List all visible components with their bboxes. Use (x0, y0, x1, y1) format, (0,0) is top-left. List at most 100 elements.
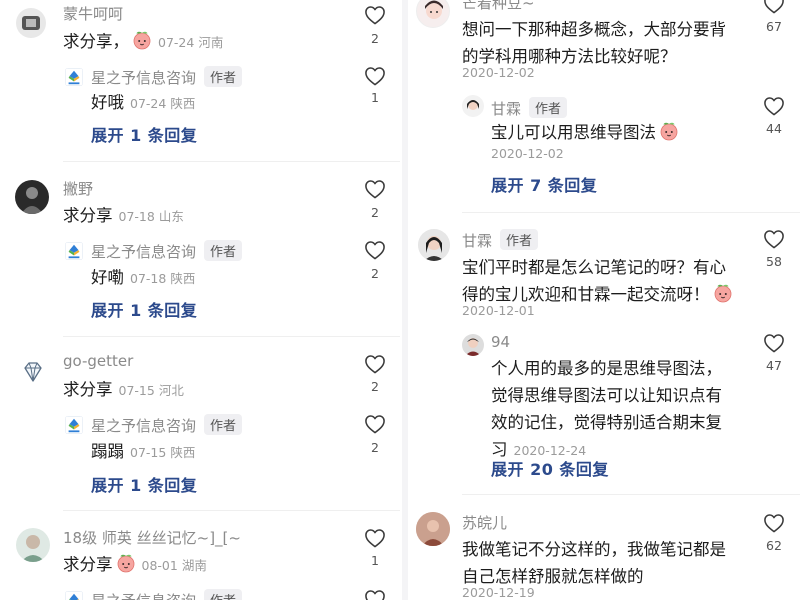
diamond-avatar-icon (24, 362, 42, 382)
comment-body: 求分享， (63, 32, 129, 51)
reply-username[interactable]: 星之予信息咨询作者 (91, 589, 243, 600)
reply-username-text: 甘霖 (491, 100, 522, 118)
heart-outline-icon[interactable] (364, 414, 386, 434)
user-avatar[interactable] (16, 8, 46, 38)
expand-replies-link[interactable]: 展开 1 条回复 (91, 122, 197, 146)
reply-username[interactable]: 星之予信息咨询作者 (91, 414, 243, 436)
comment-date: 07-24 (158, 35, 195, 50)
reply-date: 07-15 (130, 445, 167, 460)
like-count: 2 (371, 31, 379, 46)
reply-username-text: 星之予信息咨询 (91, 417, 197, 435)
reply-username[interactable]: 94 (491, 333, 510, 351)
reply-body: 宝儿可以用思维导图法 (491, 123, 656, 142)
comment-username[interactable]: go-getter (63, 352, 133, 370)
user-avatar[interactable] (418, 229, 450, 261)
reply-body-line: 效的记住，觉得特别适合期末复 (491, 413, 722, 432)
comment-location: 湖南 (181, 558, 207, 573)
comment-text: 求分享 08-01 湖南 (63, 551, 207, 579)
peach-emoji-sticker (116, 553, 136, 573)
like-count: 2 (371, 266, 379, 281)
reply-username[interactable]: 星之予信息咨询作者 (91, 66, 243, 88)
reply-body: 好哦 (91, 93, 124, 112)
heart-outline-icon[interactable] (364, 240, 386, 260)
divider (63, 510, 400, 511)
heart-outline-icon[interactable] (763, 0, 785, 14)
peach-emoji-sticker (659, 121, 679, 141)
comment-location: 河北 (158, 383, 184, 398)
user-avatar[interactable] (16, 528, 50, 562)
reply-text: 蹋蹋 07-15 陕西 (91, 438, 195, 466)
heart-outline-icon[interactable] (763, 229, 785, 249)
author-avatar[interactable] (462, 95, 484, 117)
comment-body-line: 想问一下那种超多概念，大部分要背 (462, 20, 726, 39)
expand-replies-link[interactable]: 展开 20 条回复 (491, 456, 609, 480)
like-count: 1 (371, 90, 379, 105)
author-avatar[interactable] (65, 416, 83, 434)
author-avatar[interactable] (65, 591, 83, 600)
user-avatar[interactable] (416, 0, 450, 28)
divider (63, 161, 400, 162)
comment-date: 2020-12-19 (462, 585, 535, 600)
like-count: 1 (371, 553, 379, 568)
reply-text: 好哦 07-24 陕西 (91, 89, 195, 117)
reply-username[interactable]: 星之予信息咨询作者 (91, 240, 243, 262)
divider (63, 336, 400, 337)
comment-text: 宝们平时都是怎么记笔记的呀？有心 得的宝儿欢迎和甘霖一起交流呀！ (462, 254, 733, 308)
comment-username[interactable]: 苏皖儿 (462, 512, 507, 533)
like-count: 67 (766, 19, 782, 34)
author-badge: 作者 (204, 66, 243, 87)
heart-outline-icon[interactable] (364, 5, 386, 25)
divider (462, 494, 800, 495)
reply-username-text: 星之予信息咨询 (91, 592, 196, 600)
author-badge: 作者 (204, 414, 243, 435)
peach-emoji-sticker (713, 283, 733, 303)
user-avatar[interactable] (15, 180, 49, 214)
reply-username[interactable]: 甘霖 作者 (491, 97, 568, 119)
user-avatar[interactable] (416, 512, 450, 546)
heart-outline-icon[interactable] (763, 513, 785, 533)
comment-date: 07-18 (118, 209, 155, 224)
reply-body-line: 觉得思维导图法可以让知识点有 (491, 386, 722, 405)
reply-location: 陕西 (170, 445, 196, 460)
comment-text: 想问一下那种超多概念，大部分要背 的学科用哪种方法比较好呢？ (462, 16, 726, 70)
comment-username[interactable]: 甘霖 作者 (462, 229, 539, 251)
expand-replies-link[interactable]: 展开 7 条回复 (491, 172, 597, 196)
comment-date: 07-15 (118, 383, 155, 398)
comment-body-line: 我做笔记不分这样的，我做笔记都是 (462, 540, 726, 559)
comment-body: 求分享 (63, 380, 113, 399)
reply-date: 07-18 (130, 271, 167, 286)
reply-text: 个人用的最多的是思维导图法， 觉得思维导图法可以让知识点有 效的记住，觉得特别适… (491, 355, 722, 464)
comment-text: 求分享， 07-24 河南 (63, 28, 223, 56)
author-badge: 作者 (529, 97, 568, 118)
heart-outline-icon[interactable] (364, 528, 386, 548)
like-count: 47 (766, 358, 782, 373)
heart-outline-icon[interactable] (364, 589, 386, 600)
user-avatar[interactable] (18, 357, 48, 387)
expand-replies-link[interactable]: 展开 1 条回复 (91, 297, 197, 321)
comment-text: 求分享 07-18 山东 (63, 202, 184, 230)
comment-username[interactable]: 18级 师英 丝丝记忆~]_[~ (63, 527, 241, 548)
author-avatar[interactable] (65, 242, 83, 260)
divider (462, 212, 800, 213)
heart-outline-icon[interactable] (364, 179, 386, 199)
heart-outline-icon[interactable] (364, 66, 386, 86)
author-avatar[interactable] (65, 68, 83, 86)
reply-date: 2020-12-02 (491, 146, 564, 161)
comment-column-left: 蒙牛呵呵 求分享， 07-24 河南 2 星之予信息咨询 作者 好哦 07-24 陕西 1… (0, 0, 400, 600)
comment-username[interactable]: 蒙牛呵呵 (63, 3, 123, 24)
reply-avatar[interactable] (462, 334, 484, 356)
heart-outline-icon[interactable] (364, 354, 386, 374)
heart-outline-icon[interactable] (763, 96, 785, 116)
like-count: 2 (371, 379, 379, 394)
comment-username[interactable]: 撇野 (63, 178, 93, 199)
reply-date: 07-24 (130, 96, 167, 111)
expand-replies-link[interactable]: 展开 1 条回复 (91, 472, 197, 496)
comment-body: 求分享 (63, 206, 113, 225)
comment-date: 08-01 (141, 558, 178, 573)
reply-body-line: 个人用的最多的是思维导图法， (491, 359, 722, 378)
comment-username[interactable]: 芒着种豆~ (462, 0, 535, 13)
author-badge: 作者 (500, 229, 539, 250)
column-divider (402, 0, 408, 600)
heart-outline-icon[interactable] (763, 333, 785, 353)
comment-column-right: 芒着种豆~ 67 想问一下那种超多概念，大部分要背 的学科用哪种方法比较好呢？ … (410, 0, 800, 600)
